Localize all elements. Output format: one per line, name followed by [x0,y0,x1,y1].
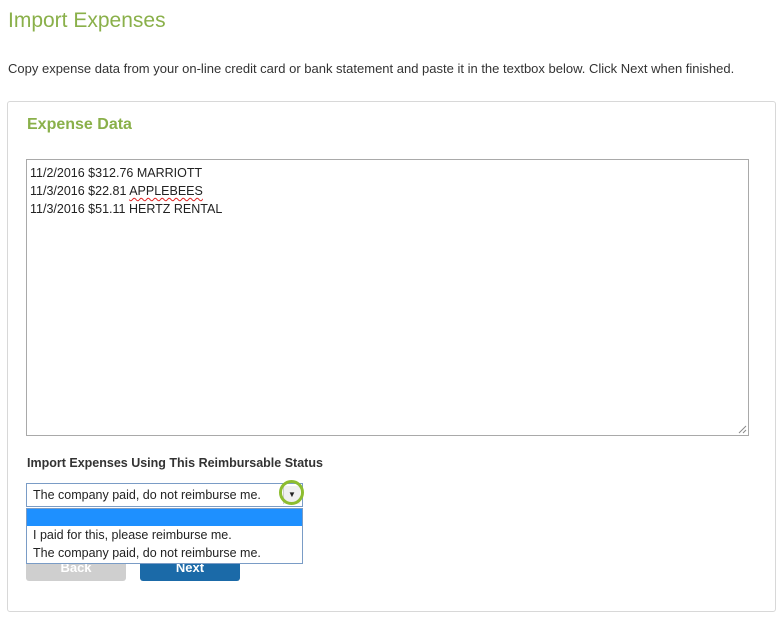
dropdown-option-blank[interactable] [27,509,302,526]
expense-line: 11/3/2016 $22.81 APPLEBEES [30,184,203,198]
expense-data-panel: Expense Data 11/2/2016 $312.76 MARRIOTT … [7,101,776,612]
expense-data-textarea[interactable]: 11/2/2016 $312.76 MARRIOTT 11/3/2016 $22… [26,159,749,436]
status-dropdown-list[interactable]: I paid for this, please reimburse me. Th… [26,508,303,564]
dropdown-option-company-paid[interactable]: The company paid, do not reimburse me. [27,544,302,562]
panel-title: Expense Data [27,116,132,133]
reimbursable-status-label: Import Expenses Using This Reimbursable … [27,456,323,470]
page-title: Import Expenses [8,9,166,32]
resize-grip-icon[interactable] [738,425,747,434]
expense-line: 11/3/2016 $51.11 HERTZ RENTAL [30,202,223,216]
select-value: The company paid, do not reimburse me. [33,488,261,502]
instructions-text: Copy expense data from your on-line cred… [8,61,735,76]
dropdown-option-reimburse[interactable]: I paid for this, please reimburse me. [27,526,302,544]
dropdown-arrow-icon[interactable]: ▼ [283,486,300,504]
reimbursable-status-select[interactable]: The company paid, do not reimburse me. ▼ [26,483,303,507]
expense-line: 11/2/2016 $312.76 MARRIOTT [30,166,203,180]
